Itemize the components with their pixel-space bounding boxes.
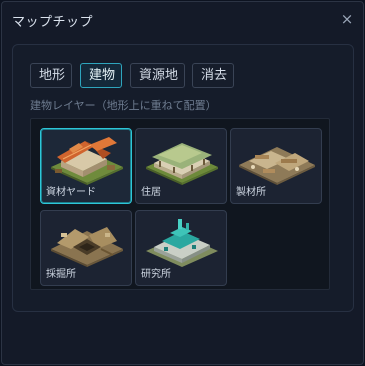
sawmill-icon [239,147,315,185]
tile-grid: 資材ヤード 住居 製材所 採掘所 研究所 [30,118,330,290]
tab-resources[interactable]: 資源地 [130,63,185,88]
tile-materials-yard[interactable]: 資材ヤード [40,128,132,204]
tile-sawmill[interactable]: 製材所 [230,128,322,204]
tile-label: 資材ヤード [46,187,96,198]
materials-yard-icon [51,137,123,185]
tile-label: 研究所 [141,269,171,280]
tile-mine[interactable]: 採掘所 [40,210,132,286]
close-icon[interactable]: × [339,11,355,27]
title-bar: マップチップ × [2,2,363,36]
layer-hint: 建物レイヤー（地形上に重ねて配置） [30,99,217,112]
tile-label: 製材所 [236,187,266,198]
tile-label: 採掘所 [46,269,76,280]
map-chip-window: マップチップ × 地形 建物 資源地 消去 建物レイヤー（地形上に重ねて配置） [1,1,364,365]
window-title: マップチップ [12,15,94,30]
tile-house[interactable]: 住居 [135,128,227,204]
chip-section: 地形 建物 資源地 消去 建物レイヤー（地形上に重ねて配置） 資材ヤード 住居 … [12,44,354,312]
tab-buildings[interactable]: 建物 [80,63,122,88]
laboratory-icon [146,219,218,267]
tile-label: 住居 [141,187,161,198]
mine-icon [51,227,123,267]
tile-laboratory[interactable]: 研究所 [135,210,227,286]
tab-erase[interactable]: 消去 [192,63,234,88]
house-icon [146,143,218,185]
tab-terrain[interactable]: 地形 [30,63,72,88]
